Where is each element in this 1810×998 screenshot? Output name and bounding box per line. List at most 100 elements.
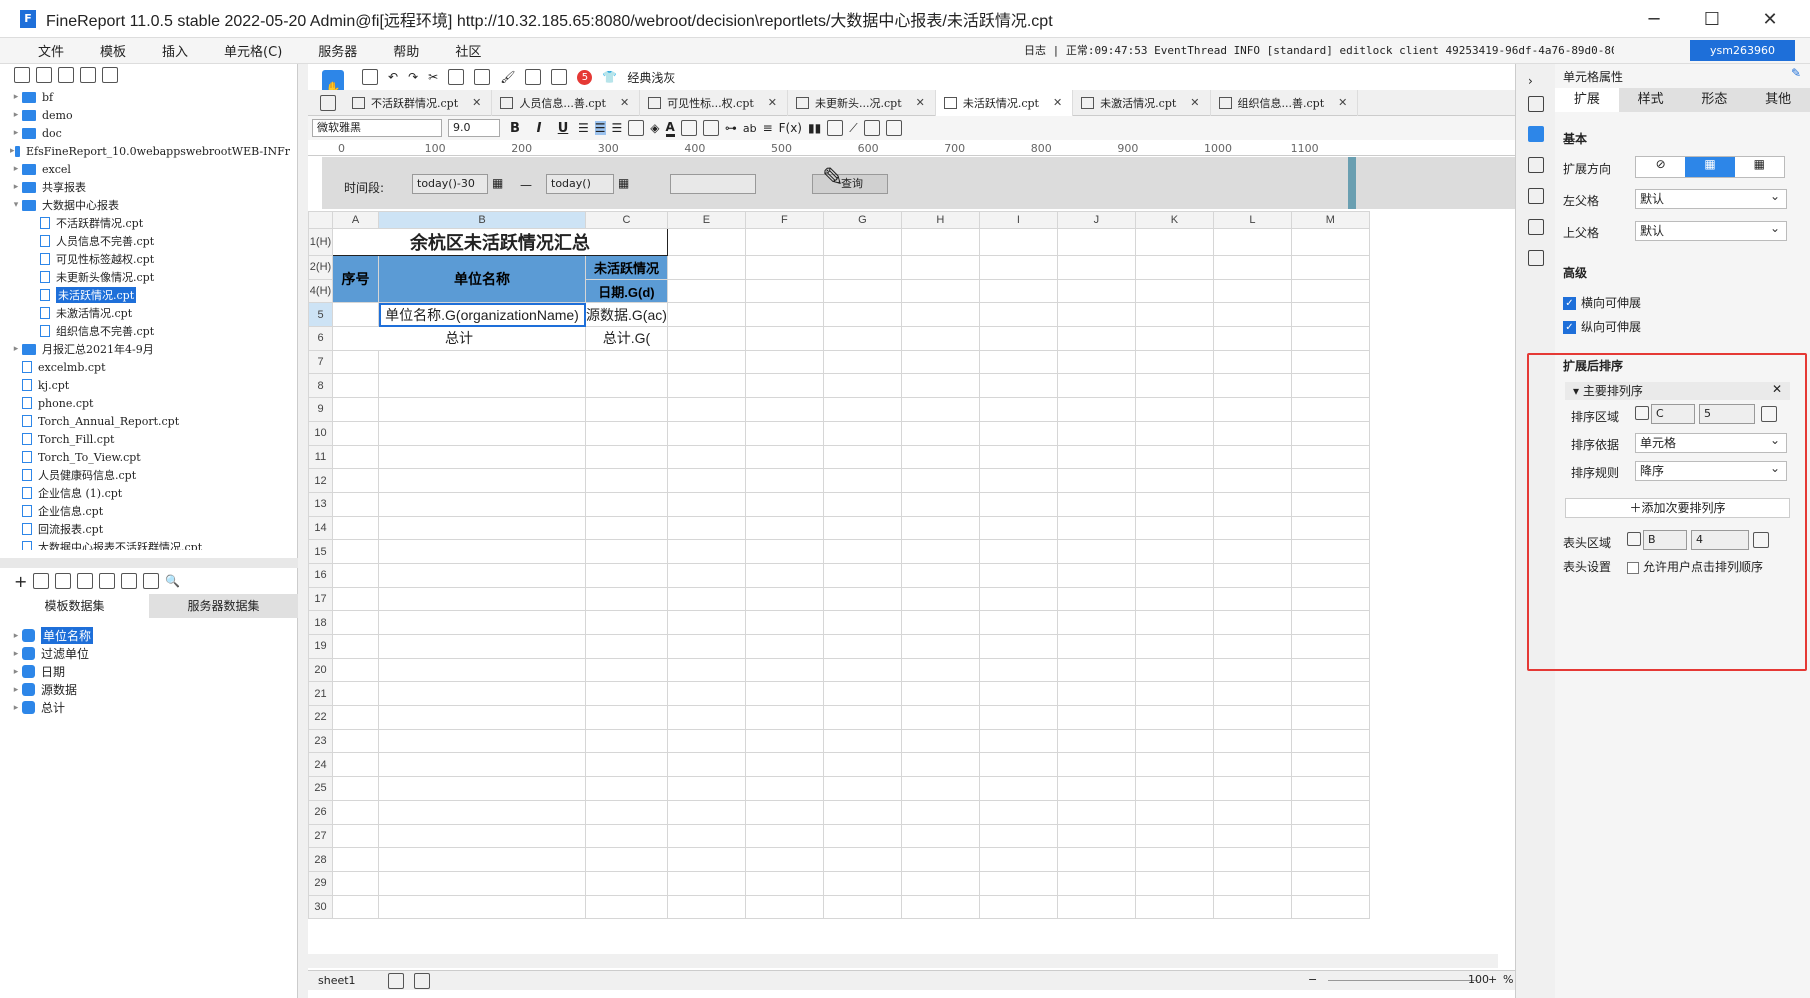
empty-cell[interactable]: [1134, 870, 1214, 896]
empty-cell[interactable]: [822, 586, 902, 612]
empty-cell[interactable]: [900, 491, 980, 517]
condition-icon[interactable]: [1528, 219, 1544, 235]
expand-arrow-icon[interactable]: ▸: [10, 684, 22, 695]
empty-cell[interactable]: [744, 444, 824, 470]
row-header[interactable]: 14: [308, 515, 333, 541]
empty-cell[interactable]: [822, 515, 902, 541]
empty-cell[interactable]: [1290, 397, 1370, 422]
empty-cell[interactable]: [1056, 562, 1136, 588]
empty-cell[interactable]: [332, 657, 379, 683]
empty-cell[interactable]: [1134, 847, 1214, 872]
row-header[interactable]: 18: [308, 610, 333, 635]
empty-cell[interactable]: [1056, 278, 1136, 304]
subreport-icon[interactable]: [863, 120, 880, 136]
empty-cell[interactable]: [585, 847, 668, 872]
empty-cell[interactable]: [666, 870, 746, 896]
empty-cell[interactable]: [1056, 326, 1136, 351]
empty-cell[interactable]: [900, 420, 980, 446]
row-header[interactable]: 5: [308, 302, 333, 328]
empty-cell[interactable]: [1212, 278, 1292, 304]
expand-arrow-icon[interactable]: ▸: [10, 648, 22, 659]
empty-cell[interactable]: [332, 847, 379, 872]
empty-cell[interactable]: [666, 634, 746, 659]
empty-cell[interactable]: [585, 870, 668, 896]
empty-cell[interactable]: [978, 326, 1058, 351]
tree-item[interactable]: ▸ doc: [10, 124, 290, 142]
delete-icon[interactable]: [80, 67, 96, 83]
source-value-cell[interactable]: 源数据.G(ac): [585, 302, 668, 328]
tree-item[interactable]: ▸ 共享报表: [10, 178, 290, 196]
empty-cell[interactable]: [1290, 634, 1370, 659]
database-icon[interactable]: [121, 573, 138, 589]
empty-cell[interactable]: [900, 870, 980, 896]
row-header[interactable]: 27: [308, 823, 333, 849]
tree-item[interactable]: 未更新头像情况.cpt: [10, 268, 290, 286]
empty-cell[interactable]: [1212, 228, 1292, 256]
undo-icon[interactable]: ↶: [388, 70, 398, 84]
row-header[interactable]: 12: [308, 468, 333, 493]
tree-item[interactable]: ▾ 大数据中心报表: [10, 196, 290, 214]
empty-cell[interactable]: [744, 657, 824, 683]
empty-cell[interactable]: [585, 752, 668, 778]
empty-cell[interactable]: [1134, 278, 1214, 304]
empty-cell[interactable]: [585, 539, 668, 564]
empty-cell[interactable]: [378, 657, 586, 683]
empty-cell[interactable]: [1134, 586, 1214, 612]
empty-cell[interactable]: [1056, 776, 1136, 801]
empty-cell[interactable]: [900, 894, 980, 920]
empty-cell[interactable]: [822, 397, 902, 422]
preview-report-icon[interactable]: [551, 69, 568, 85]
empty-cell[interactable]: [744, 278, 824, 304]
formula-icon[interactable]: F(x): [779, 121, 802, 135]
empty-cell[interactable]: [1290, 823, 1370, 849]
empty-cell[interactable]: [1290, 657, 1370, 683]
unit-combo[interactable]: [670, 174, 756, 194]
chart-icon[interactable]: ▮▮: [808, 121, 821, 135]
editor-tab[interactable]: 可见性标...权.cpt ✕: [640, 89, 788, 116]
column-header[interactable]: E: [666, 211, 746, 229]
seq-header-cell[interactable]: 序号: [332, 254, 379, 304]
expand-arrow-icon[interactable]: ▸: [10, 630, 22, 641]
empty-cell[interactable]: [1212, 870, 1292, 896]
empty-cell[interactable]: [1134, 752, 1214, 778]
checkbox-checked-icon[interactable]: ✓: [1563, 321, 1576, 334]
tree-item[interactable]: 企业信息 (1).cpt: [10, 484, 290, 502]
empty-cell[interactable]: [978, 870, 1058, 896]
column-header[interactable]: B: [378, 211, 586, 229]
total-label-cell[interactable]: 总计: [332, 326, 586, 351]
empty-cell[interactable]: [585, 776, 668, 801]
close-window-button[interactable]: ✕: [1741, 0, 1799, 38]
row-header[interactable]: 11: [308, 444, 333, 470]
empty-cell[interactable]: [1212, 894, 1292, 920]
tree-item[interactable]: 可见性标签越权.cpt: [10, 250, 290, 268]
empty-cell[interactable]: [978, 349, 1058, 375]
dataset-item[interactable]: ▸ 总计: [10, 698, 290, 716]
format-brush-icon[interactable]: 🖌: [500, 70, 515, 84]
empty-cell[interactable]: [744, 515, 824, 541]
empty-cell[interactable]: [1134, 799, 1214, 825]
hyperlink-icon[interactable]: [1528, 250, 1544, 266]
empty-cell[interactable]: [1212, 847, 1292, 872]
image-icon[interactable]: [827, 120, 844, 136]
add-sheet-icon[interactable]: [388, 973, 404, 989]
empty-cell[interactable]: [978, 255, 1058, 280]
empty-cell[interactable]: [1134, 491, 1214, 517]
empty-cell[interactable]: [1212, 491, 1292, 517]
empty-cell[interactable]: [1290, 752, 1370, 778]
empty-cell[interactable]: [822, 657, 902, 683]
cell-attr-icon[interactable]: [1528, 126, 1544, 142]
slash-icon[interactable]: ⟋: [849, 121, 857, 136]
empty-cell[interactable]: [1056, 515, 1136, 541]
empty-cell[interactable]: [1212, 539, 1292, 564]
empty-cell[interactable]: [744, 586, 824, 612]
empty-cell[interactable]: [666, 515, 746, 541]
empty-cell[interactable]: [1056, 705, 1136, 730]
empty-cell[interactable]: [1212, 799, 1292, 825]
save-icon[interactable]: [362, 69, 378, 85]
tree-item[interactable]: Torch_Annual_Report.cpt: [10, 412, 290, 430]
row-header[interactable]: 20: [308, 657, 333, 683]
empty-cell[interactable]: [378, 468, 586, 493]
horizontal-scrollbar[interactable]: [308, 954, 1498, 968]
empty-cell[interactable]: [744, 397, 824, 422]
empty-cell[interactable]: [378, 705, 586, 730]
